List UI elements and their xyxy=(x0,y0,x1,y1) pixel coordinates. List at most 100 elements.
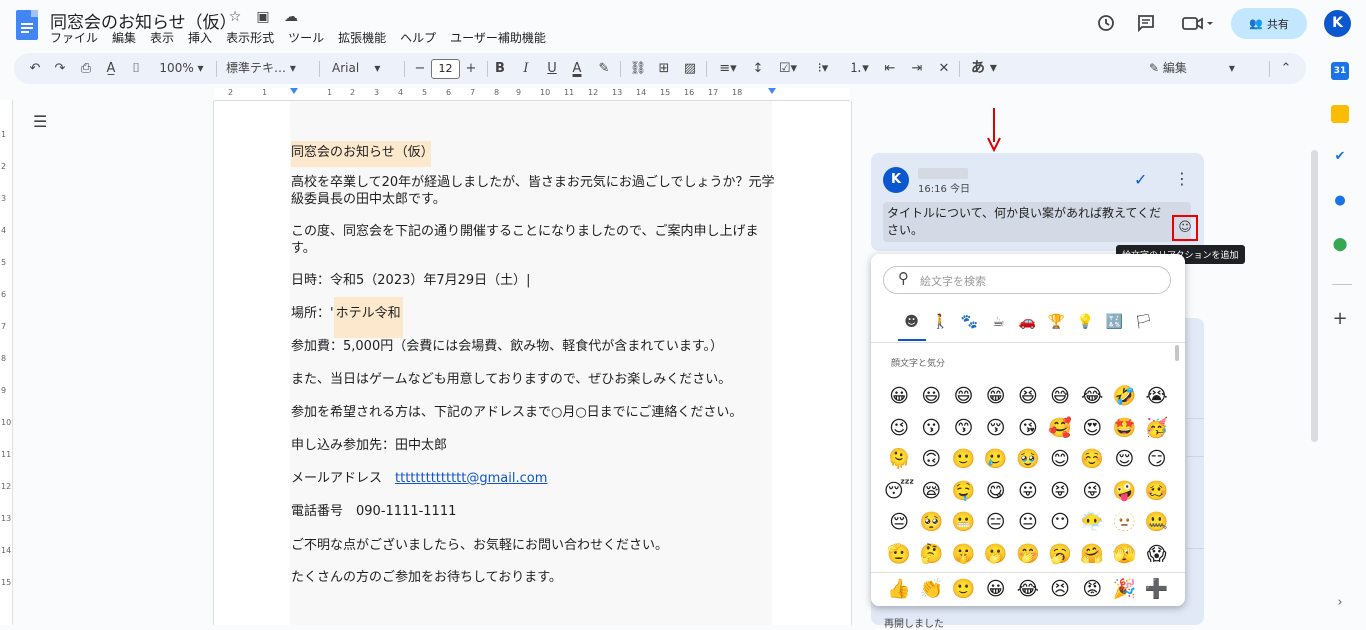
emoji-option[interactable]: 🥰 xyxy=(1044,413,1076,445)
resolve-check-icon[interactable]: ✓ xyxy=(1134,170,1147,189)
maps-icon[interactable]: ⬤ xyxy=(1331,236,1349,254)
paint-format-icon[interactable]: ⌷ xyxy=(126,53,146,84)
emoji-option[interactable]: 😄 xyxy=(947,381,979,413)
paragraph-date[interactable]: 日時：令和5（2023）年7月29日（土）| xyxy=(291,272,531,289)
quick-reaction-option[interactable]: 🎉 xyxy=(1108,572,1140,606)
quick-reaction-option[interactable]: 👏 xyxy=(915,572,947,606)
quick-reaction-option[interactable]: 😀 xyxy=(980,572,1012,606)
cloud-saved-icon[interactable]: ☁ xyxy=(281,9,301,25)
emoji-option[interactable]: 😜 xyxy=(1076,476,1108,508)
picker-scrollbar[interactable] xyxy=(1175,345,1179,361)
emoji-option[interactable]: 😶 xyxy=(1044,507,1076,539)
zoom-select[interactable]: 100% ▾ xyxy=(154,53,209,84)
active-comment-card[interactable]: K 16:16 今日 ✓ ⋮ タイトルについて、何か良い案があれば教えてください… xyxy=(871,153,1204,251)
emoji-option[interactable]: 🥺 xyxy=(915,507,947,539)
emoji-option[interactable]: 🥴 xyxy=(1141,476,1173,508)
paragraph-greeting-2[interactable]: 級委員長の田中太郎です。 xyxy=(291,191,446,208)
text-color-icon[interactable]: A xyxy=(567,53,587,84)
page-scrollbar[interactable] xyxy=(1311,150,1318,442)
emoji-option[interactable]: 😋 xyxy=(980,476,1012,508)
spellcheck-icon[interactable]: A̲ xyxy=(101,53,121,84)
bold-icon[interactable]: B xyxy=(490,53,510,84)
font-size-input[interactable]: 12 xyxy=(431,59,460,79)
horizontal-ruler[interactable]: 2 1 1 2 3 4 5 6 7 8 9 10 11 12 13 14 15 … xyxy=(0,88,1307,101)
emoji-option[interactable]: 😁 xyxy=(980,381,1012,413)
quick-reaction-option[interactable]: ➕ xyxy=(1141,572,1173,606)
undo-icon[interactable]: ↶ xyxy=(25,53,45,84)
emoji-option[interactable]: 🤣 xyxy=(1108,381,1140,413)
emoji-option[interactable]: 😆 xyxy=(1012,381,1044,413)
calendar-icon[interactable]: 31 xyxy=(1331,62,1349,80)
emoji-option[interactable]: 😅 xyxy=(1044,381,1076,413)
paragraph-email[interactable]: メールアドレス tttttttttttttt@gmail.com xyxy=(291,470,547,487)
emoji-option[interactable]: 😔 xyxy=(883,507,915,539)
emoji-option[interactable]: 🤔 xyxy=(915,539,947,571)
history-icon[interactable] xyxy=(1094,13,1118,37)
paragraph-place[interactable]: 場所：' ホテル令和 xyxy=(291,297,403,338)
emoji-option[interactable]: 🥹 xyxy=(1012,444,1044,476)
align-icon[interactable]: ≡▾ xyxy=(714,53,742,84)
category-flags-icon[interactable]: 🏳 xyxy=(1129,314,1158,330)
font-select[interactable]: Arial ▾ xyxy=(332,53,398,84)
emoji-option[interactable]: 😙 xyxy=(947,413,979,445)
line-spacing-icon[interactable]: ↕ xyxy=(748,53,768,84)
emoji-option[interactable]: 🤤 xyxy=(947,476,979,508)
emoji-option[interactable]: 😱 xyxy=(1141,539,1173,571)
emoji-option[interactable]: 😛 xyxy=(1012,476,1044,508)
checklist-icon[interactable]: ☑▾ xyxy=(774,53,802,84)
emoji-option[interactable]: 😑 xyxy=(980,507,1012,539)
star-icon[interactable]: ☆ xyxy=(225,9,245,25)
email-link[interactable]: tttttttttttttt@gmail.com xyxy=(395,471,547,486)
emoji-option[interactable]: 🥳 xyxy=(1141,413,1173,445)
menu-edit[interactable]: 編集 xyxy=(105,30,143,46)
expand-panel-icon[interactable]: › xyxy=(1331,594,1349,612)
add-comment-icon[interactable]: ⊞ xyxy=(654,53,674,84)
emoji-option[interactable]: 😌 xyxy=(1108,444,1140,476)
emoji-option[interactable]: 😝 xyxy=(1044,476,1076,508)
paragraph-questions[interactable]: ご不明な点がございましたら、お気軽にお問い合わせください。 xyxy=(291,537,668,554)
quick-reaction-option[interactable]: 😡 xyxy=(1076,572,1108,606)
emoji-option[interactable]: 😚 xyxy=(980,413,1012,445)
emoji-option[interactable]: 😗 xyxy=(915,413,947,445)
category-objects-icon[interactable]: 💡 xyxy=(1071,314,1100,330)
category-symbols-icon[interactable]: 🔣 xyxy=(1100,314,1129,330)
menu-tools[interactable]: ツール xyxy=(281,30,331,46)
move-folder-icon[interactable]: ▣ xyxy=(253,9,273,25)
document-outline-icon[interactable]: ☰ xyxy=(33,112,47,131)
emoji-picker[interactable]: ⚲ 絵文字を検索 ☻ 🚶 🐾 ☕ 🚗 🏆 💡 🔣 🏳 顔文字と気分 😀 😃 😄 😁 😆 😅… xyxy=(871,254,1185,606)
paragraph-phone[interactable]: 電話番号 090-1111-1111 xyxy=(291,503,456,520)
style-select[interactable]: 標準テキ… ▾ xyxy=(226,53,314,84)
category-people-icon[interactable]: 🚶 xyxy=(926,314,955,330)
emoji-option[interactable]: 🫡 xyxy=(883,539,915,571)
font-size-decrease-icon[interactable]: − xyxy=(410,53,430,84)
paragraph-games[interactable]: また、当日はゲームなども用意しておりますので、ぜひお楽しみください。 xyxy=(291,371,731,388)
emoji-option[interactable]: 🤭 xyxy=(1012,539,1044,571)
emoji-option[interactable]: 😍 xyxy=(1076,413,1108,445)
more-options-icon[interactable]: ⋮ xyxy=(1174,169,1190,188)
menu-help[interactable]: ヘルプ xyxy=(393,30,443,46)
category-food-icon[interactable]: ☕ xyxy=(984,314,1013,330)
contacts-icon[interactable]: ● xyxy=(1331,192,1349,210)
emoji-option[interactable]: 😊 xyxy=(1044,444,1076,476)
doc-title-line[interactable]: 同窓会のお知らせ（仮） xyxy=(291,141,434,167)
vertical-ruler[interactable]: 1 2 3 4 5 6 7 8 9 10 11 12 13 14 15 xyxy=(0,100,13,625)
emoji-option[interactable]: 🤪 xyxy=(1108,476,1140,508)
emoji-option[interactable]: 😘 xyxy=(1012,413,1044,445)
category-smileys-icon[interactable]: ☻ xyxy=(897,314,926,330)
input-tools-select[interactable]: あ ▾ xyxy=(967,53,1001,84)
emoji-option[interactable]: 🥱 xyxy=(1044,539,1076,571)
insert-image-icon[interactable]: ▨ xyxy=(680,53,700,84)
paragraph-greeting-1[interactable]: 高校を卒業して20年が経過しましたが、皆さまお元気にお過ごしでしょうか？元学 xyxy=(291,174,775,191)
menu-extensions[interactable]: 拡張機能 xyxy=(331,30,393,46)
paragraph-rsvp[interactable]: 参加を希望される方は、下記のアドレスまで○月○日までにご連絡ください。 xyxy=(291,404,742,421)
emoji-option[interactable]: 🫠 xyxy=(883,444,915,476)
emoji-option[interactable]: 😭 xyxy=(1141,381,1173,413)
emoji-option[interactable]: 🫣 xyxy=(1108,539,1140,571)
emoji-option[interactable]: 🫥 xyxy=(1108,507,1140,539)
emoji-option[interactable]: 😏 xyxy=(1141,444,1173,476)
paragraph-intro-2[interactable]: す。 xyxy=(291,240,316,257)
keep-icon[interactable] xyxy=(1331,105,1349,123)
emoji-option[interactable]: 😉 xyxy=(883,413,915,445)
quick-reaction-option[interactable]: 🙂 xyxy=(947,572,979,606)
emoji-option[interactable]: 😬 xyxy=(947,507,979,539)
